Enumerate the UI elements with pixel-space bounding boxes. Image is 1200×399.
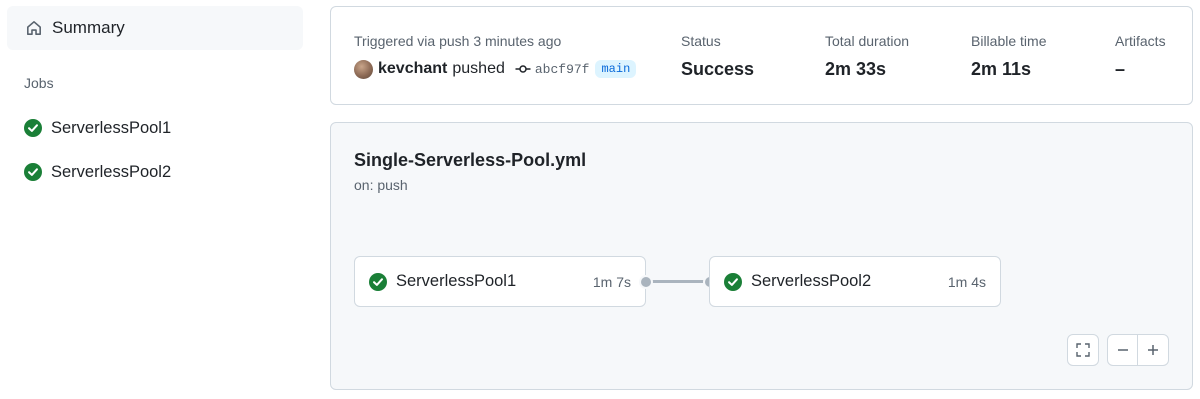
- job-duration: 1m 7s: [592, 273, 631, 290]
- plus-icon: [1148, 345, 1158, 355]
- workflow-file-name[interactable]: Single-Serverless-Pool.yml: [354, 150, 586, 171]
- success-check-icon: [24, 163, 42, 181]
- stat-label: Billable time: [971, 33, 1047, 49]
- job-node-serverlesspool2[interactable]: ServerlessPool2 1m 4s: [709, 256, 1001, 307]
- stat-label: Status: [681, 33, 721, 49]
- commit-sha-link[interactable]: abcf97f: [535, 62, 590, 77]
- job-name: ServerlessPool1: [396, 272, 517, 290]
- actor-link[interactable]: kevchant: [378, 60, 447, 78]
- fullscreen-button[interactable]: [1067, 334, 1099, 366]
- git-commit-icon: [515, 65, 531, 73]
- status-stat: Status Success: [681, 33, 754, 80]
- trigger-text: Triggered via push 3 minutes ago: [354, 33, 562, 49]
- jobs-heading: Jobs: [24, 75, 54, 91]
- job-name: ServerlessPool2: [751, 272, 872, 290]
- zoom-controls: [1107, 334, 1169, 366]
- workflow-trigger: on: push: [354, 177, 408, 193]
- trigger-details: kevchant pushed abcf97f main: [354, 58, 637, 80]
- stat-label: Total duration: [825, 33, 910, 49]
- job-node-serverlesspool1[interactable]: ServerlessPool1 1m 7s: [354, 256, 646, 307]
- billable-time-stat: Billable time 2m 11s: [971, 33, 1046, 80]
- sidebar: Summary Jobs ServerlessPool1 ServerlessP…: [0, 0, 316, 399]
- success-check-icon: [24, 119, 42, 137]
- home-icon: [27, 21, 41, 35]
- run-summary-card: Triggered via push 3 minutes ago kevchan…: [330, 6, 1193, 105]
- zoom-in-button[interactable]: [1138, 334, 1169, 366]
- summary-nav-item[interactable]: Summary: [7, 6, 303, 50]
- job-duration: 1m 4s: [947, 273, 986, 290]
- branch-label[interactable]: main: [595, 60, 637, 78]
- connector-dot-out: [641, 277, 651, 287]
- zoom-out-button[interactable]: [1107, 334, 1138, 366]
- stat-value: 2m 11s: [971, 59, 1032, 79]
- stat-value: Success: [681, 59, 755, 79]
- success-check-icon: [724, 272, 742, 291]
- total-duration-stat: Total duration 2m 33s: [825, 33, 909, 80]
- sidebar-job-label: ServerlessPool2: [51, 162, 172, 181]
- action-text: pushed: [452, 60, 505, 77]
- stat-value: 2m 33s: [825, 59, 887, 79]
- success-check-icon: [369, 272, 387, 291]
- fullscreen-icon: [1076, 343, 1090, 357]
- sidebar-job-label: ServerlessPool1: [51, 118, 172, 137]
- avatar[interactable]: [354, 59, 373, 79]
- job-connector: [646, 280, 710, 283]
- stat-value: –: [1115, 59, 1126, 79]
- stat-label: Artifacts: [1115, 33, 1166, 49]
- sidebar-job-serverlesspool2[interactable]: ServerlessPool2: [7, 153, 303, 191]
- summary-label: Summary: [52, 18, 125, 37]
- artifacts-stat: Artifacts –: [1115, 33, 1166, 80]
- sidebar-job-serverlesspool1[interactable]: ServerlessPool1: [7, 109, 303, 147]
- minus-icon: [1117, 349, 1128, 351]
